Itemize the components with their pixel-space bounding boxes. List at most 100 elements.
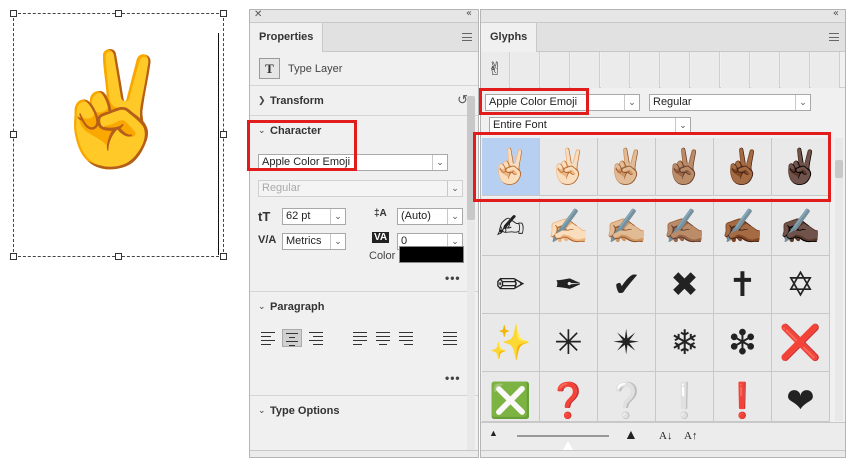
color-swatch[interactable] — [399, 246, 464, 263]
glyph-cell[interactable]: ❕ — [656, 372, 714, 422]
paragraph-section-header[interactable]: ⌄ Paragraph — [250, 291, 478, 321]
recent-glyph-empty[interactable] — [631, 52, 660, 88]
recent-glyph-empty[interactable] — [781, 52, 810, 88]
font-family-dropdown[interactable]: Apple Color Emoji ⌄ — [258, 154, 448, 171]
transform-handle-top-right[interactable] — [220, 10, 227, 17]
more-options-icon[interactable]: ••• — [445, 371, 461, 385]
recent-glyph-empty[interactable] — [601, 52, 630, 88]
glyph-cell[interactable]: ❤ — [772, 372, 830, 422]
glyphs-font-family-dropdown[interactable]: Apple Color Emoji ⌄ — [485, 94, 640, 111]
transform-handle-top-left[interactable] — [10, 10, 17, 17]
align-right-icon[interactable] — [306, 329, 326, 347]
transform-handle-top[interactable] — [115, 10, 122, 17]
glyph-cell[interactable]: ✨ — [482, 314, 540, 372]
glyphs-subset-dropdown[interactable]: Entire Font ⌄ — [489, 117, 691, 134]
glyph-cell[interactable]: ✴ — [598, 314, 656, 372]
zoom-slider[interactable] — [517, 435, 609, 450]
panel-menu-icon[interactable] — [462, 33, 472, 41]
glyph-cell[interactable]: ✌🏻 — [540, 138, 598, 196]
glyph-cell[interactable]: ✌🏾 — [714, 138, 772, 196]
recent-glyph-empty[interactable] — [511, 52, 540, 88]
text-cursor — [218, 33, 219, 255]
glyph-cell[interactable]: ✍🏻 — [540, 198, 598, 256]
glyph-cell[interactable]: ✍🏿 — [772, 198, 830, 256]
scrollbar-thumb[interactable] — [835, 160, 843, 178]
recent-glyph[interactable]: ✌ — [481, 52, 510, 88]
glyph-cell[interactable]: ✌🏻 — [482, 138, 540, 196]
zoom-slider-knob[interactable] — [563, 441, 573, 450]
tab-glyphs[interactable]: Glyphs — [481, 23, 538, 52]
recent-glyph-empty[interactable] — [541, 52, 570, 88]
glyphs-font-style-dropdown[interactable]: Regular ⌄ — [649, 94, 811, 111]
glyph-cell[interactable]: ✝ — [714, 256, 772, 314]
transform-handle-right[interactable] — [220, 131, 227, 138]
recent-glyph-empty[interactable] — [571, 52, 600, 88]
glyphs-font-family-value: Apple Color Emoji — [489, 96, 578, 108]
font-style-dropdown[interactable]: Regular ⌄ — [258, 180, 463, 197]
type-options-section-header[interactable]: ⌄ Type Options — [250, 396, 478, 426]
justify-left-icon[interactable] — [350, 329, 370, 347]
panel-menu-icon[interactable] — [829, 33, 839, 41]
glyph-cell[interactable]: ✌🏽 — [656, 138, 714, 196]
more-options-icon[interactable]: ••• — [445, 271, 461, 285]
collapse-icon[interactable]: « — [833, 8, 839, 19]
large-mountain-icon[interactable]: ▲ — [624, 426, 638, 442]
glyph-cell[interactable]: ❓ — [540, 372, 598, 422]
text-layer-selection-box[interactable]: ✌️ — [13, 13, 224, 257]
recent-glyph-empty[interactable] — [691, 52, 720, 88]
glyph-cell[interactable]: ✌🏿 — [772, 138, 830, 196]
glyph-cell[interactable]: ❗ — [714, 372, 772, 422]
recent-glyph-empty[interactable] — [721, 52, 750, 88]
align-center-icon[interactable] — [282, 329, 302, 347]
transform-handle-bottom-left[interactable] — [10, 253, 17, 260]
font-size-field[interactable]: 62 pt ⌄ — [282, 208, 346, 225]
recent-glyph-empty[interactable] — [811, 52, 840, 88]
glyph-cell[interactable]: ✌🏼 — [598, 138, 656, 196]
justify-all-icon[interactable] — [440, 329, 460, 347]
glyph-cell[interactable]: ❄ — [656, 314, 714, 372]
glyph-cell[interactable]: ✍ — [482, 198, 540, 256]
glyph-cell[interactable]: ✏ — [482, 256, 540, 314]
panel-resize-grip[interactable] — [481, 450, 845, 457]
close-icon[interactable]: ✕ — [254, 9, 262, 20]
glyph-cell[interactable]: ✔ — [598, 256, 656, 314]
kerning-dropdown[interactable]: Metrics ⌄ — [282, 233, 346, 250]
glyph-cell[interactable]: ✍🏼 — [598, 198, 656, 256]
recent-glyphs-row: ✌ — [481, 52, 845, 88]
transform-handle-bottom-right[interactable] — [220, 253, 227, 260]
scrollbar-thumb[interactable] — [467, 96, 475, 220]
align-left-icon[interactable] — [258, 329, 278, 347]
justify-right-icon[interactable] — [396, 329, 416, 347]
recent-glyph-empty[interactable] — [661, 52, 690, 88]
collapse-icon[interactable]: « — [466, 8, 472, 19]
chevron-down-icon: ⌄ — [795, 95, 810, 110]
tab-properties[interactable]: Properties — [250, 23, 324, 52]
recent-glyph-empty[interactable] — [751, 52, 780, 88]
transform-handle-bottom[interactable] — [115, 253, 122, 260]
justify-center-icon[interactable] — [373, 329, 393, 347]
font-family-value: Apple Color Emoji — [262, 156, 351, 168]
transform-handle-left[interactable] — [10, 131, 17, 138]
glyph-cell[interactable]: ✒ — [540, 256, 598, 314]
panel-resize-grip[interactable] — [250, 450, 478, 457]
properties-scrollbar[interactable] — [467, 96, 475, 451]
increase-size-icon[interactable]: A↑ — [684, 430, 697, 442]
decrease-size-icon[interactable]: A↓ — [659, 430, 672, 442]
glyph-cell[interactable]: ✳ — [540, 314, 598, 372]
chevron-down-icon: ⌄ — [258, 405, 266, 415]
leading-field[interactable]: (Auto) ⌄ — [397, 208, 463, 225]
glyph-cell[interactable]: ❌ — [772, 314, 830, 372]
font-size-icon: tT — [258, 209, 271, 224]
glyph-cell[interactable]: ✍🏾 — [714, 198, 772, 256]
glyph-cell[interactable]: ❇ — [714, 314, 772, 372]
glyph-cell[interactable]: ✖ — [656, 256, 714, 314]
small-mountain-icon[interactable]: ▲ — [489, 428, 498, 438]
transform-section-header[interactable]: ❯ Transform ↺ — [250, 86, 478, 116]
glyph-cell[interactable]: ✡ — [772, 256, 830, 314]
chevron-down-icon: ⌄ — [447, 181, 462, 196]
character-section-header[interactable]: ⌄ Character — [250, 116, 478, 146]
glyph-cell[interactable]: ❎ — [482, 372, 540, 422]
glyphs-scrollbar[interactable] — [835, 138, 843, 421]
glyph-cell[interactable]: ✍🏽 — [656, 198, 714, 256]
glyph-cell[interactable]: ❔ — [598, 372, 656, 422]
